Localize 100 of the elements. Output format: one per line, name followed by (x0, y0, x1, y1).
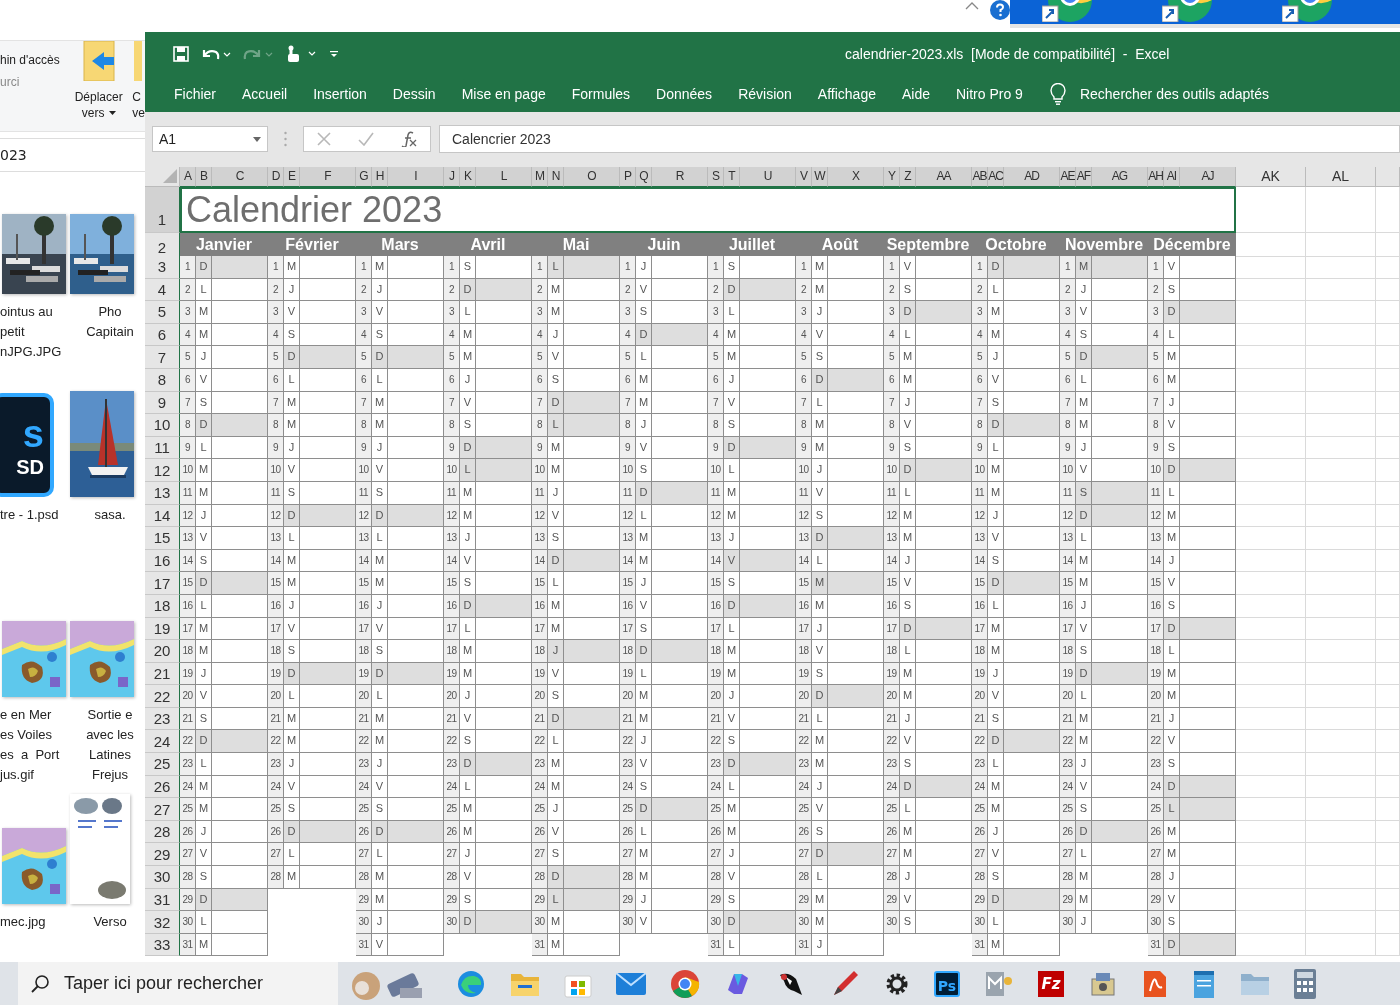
touch-mode-icon[interactable] (285, 44, 317, 63)
chevron-up-icon[interactable] (965, 2, 979, 10)
column-header[interactable]: R (652, 167, 708, 187)
row-header[interactable]: 15 (145, 527, 180, 550)
row-header[interactable]: 22 (145, 685, 180, 708)
column-header[interactable]: V (796, 167, 812, 187)
ftp-client-icon[interactable]: Fz (1038, 970, 1064, 997)
column-header[interactable]: Q (636, 167, 652, 187)
row-header[interactable]: 2 (145, 233, 180, 257)
row-header[interactable]: 19 (145, 617, 180, 641)
column-header[interactable]: H (372, 167, 388, 187)
column-header[interactable]: N (548, 167, 564, 187)
customize-icon[interactable] (329, 48, 339, 59)
column-header[interactable]: AI (1164, 167, 1180, 187)
column-header[interactable]: M (532, 167, 548, 187)
ribbon-tab[interactable]: Nitro Pro 9 (943, 85, 1036, 102)
column-header[interactable]: AL (1306, 167, 1376, 187)
row-header[interactable]: 10 (145, 414, 180, 437)
row-header[interactable]: 6 (145, 323, 180, 347)
ribbon-tab[interactable]: Dessin (379, 85, 449, 102)
column-header[interactable]: I (388, 167, 444, 187)
column-header[interactable]: L (476, 167, 532, 187)
row-header[interactable]: 31 (145, 888, 180, 912)
ribbon-tab[interactable]: Affichage (804, 85, 889, 102)
column-header[interactable]: AF (1076, 167, 1092, 187)
copy-to-button[interactable]: C ve (132, 41, 145, 131)
column-header[interactable]: AH (1148, 167, 1164, 187)
row-header[interactable]: 13 (145, 481, 180, 505)
tell-me-search[interactable]: Rechercher des outils adaptés (1079, 85, 1269, 102)
column-header[interactable]: A (180, 167, 196, 187)
column-header[interactable]: AG (1092, 167, 1148, 187)
row-header[interactable]: 24 (145, 730, 180, 754)
row-header[interactable]: 4 (145, 278, 180, 302)
column-header[interactable]: T (724, 167, 740, 187)
row-header[interactable]: 27 (145, 798, 180, 821)
row-header[interactable]: 9 (145, 391, 180, 415)
ribbon-tab[interactable]: Mise en page (448, 85, 559, 102)
row-header[interactable]: 3 (145, 256, 180, 279)
row-header[interactable]: 28 (145, 820, 180, 844)
row-header[interactable]: 8 (145, 368, 180, 392)
row-header[interactable]: 25 (145, 753, 180, 776)
dropdown-caret-icon[interactable] (253, 136, 261, 142)
help-icon[interactable] (990, 0, 1010, 20)
search-box[interactable]: Taper ici pour rechercher (18, 962, 338, 1005)
column-header[interactable]: O (564, 167, 620, 187)
file-name[interactable]: Verso (70, 912, 145, 932)
row-header[interactable]: 32 (145, 911, 180, 934)
row-header[interactable]: 5 (145, 301, 180, 324)
file-name[interactable]: ointus au petit nJPG.JPG (0, 302, 66, 362)
row-header[interactable]: 11 (145, 436, 180, 460)
column-header[interactable]: AJ (1180, 167, 1236, 187)
file-name[interactable]: tre - 1.psd (0, 505, 66, 525)
notepad-icon[interactable] (1192, 968, 1216, 999)
search-icon[interactable] (30, 973, 50, 994)
check-icon[interactable] (358, 132, 374, 146)
ribbon-tab[interactable]: Formules (558, 85, 644, 102)
row-header[interactable]: 14 (145, 504, 180, 528)
move-to-button[interactable]: Déplacer vers (73, 41, 125, 131)
file-name[interactable]: Pho Capitain (70, 302, 145, 342)
column-header[interactable]: AB (972, 167, 988, 187)
column-header[interactable]: J (444, 167, 460, 187)
column-header[interactable]: Y (884, 167, 900, 187)
column-header[interactable]: AE (1060, 167, 1076, 187)
ribbon-tab[interactable]: Révision (725, 85, 805, 102)
column-header[interactable]: U (740, 167, 796, 187)
row-header[interactable]: 29 (145, 843, 180, 867)
file-name[interactable]: e en Mer es Voiles es a Port jus.gif (0, 705, 66, 785)
row-header[interactable]: 7 (145, 346, 180, 369)
column-header[interactable]: AD (1004, 167, 1060, 187)
column-header[interactable]: AC (988, 167, 1004, 187)
column-header[interactable]: G (356, 167, 372, 187)
column-header[interactable]: W (812, 167, 828, 187)
ribbon-label[interactable]: hin d'accès (0, 53, 66, 67)
ribbon-tab[interactable]: Données (643, 85, 726, 102)
search-field[interactable]: Taper ici pour rechercher (64, 968, 324, 999)
row-header[interactable]: 12 (145, 459, 180, 482)
row-header[interactable]: 21 (145, 662, 180, 686)
row-header[interactable]: 23 (145, 707, 180, 731)
ribbon-tab[interactable]: Fichier (161, 85, 229, 102)
column-header[interactable]: E (284, 167, 300, 187)
column-header[interactable]: X (828, 167, 884, 187)
ribbon-label[interactable]: urci (0, 75, 66, 89)
column-header[interactable]: D (268, 167, 284, 187)
column-header[interactable]: AA (916, 167, 972, 187)
ribbon-tab[interactable]: Insertion (300, 85, 380, 102)
lightbulb-icon[interactable] (1049, 82, 1066, 105)
pdf-icon[interactable] (1142, 968, 1168, 999)
file-name[interactable]: sasa. (70, 505, 145, 525)
column-header[interactable]: K (460, 167, 476, 187)
column-header[interactable]: S (708, 167, 724, 187)
browser-icon[interactable] (456, 968, 486, 999)
name-box[interactable]: A1 (152, 126, 268, 152)
row-header[interactable]: 18 (145, 594, 180, 618)
row-header[interactable]: 17 (145, 572, 180, 595)
row-header[interactable]: 26 (145, 775, 180, 799)
row-header[interactable]: 1 (145, 187, 180, 233)
mail-icon[interactable] (616, 972, 646, 995)
photoshop-icon[interactable]: Ps (934, 970, 960, 997)
save-icon[interactable] (173, 45, 189, 62)
row-header[interactable]: 16 (145, 549, 180, 573)
